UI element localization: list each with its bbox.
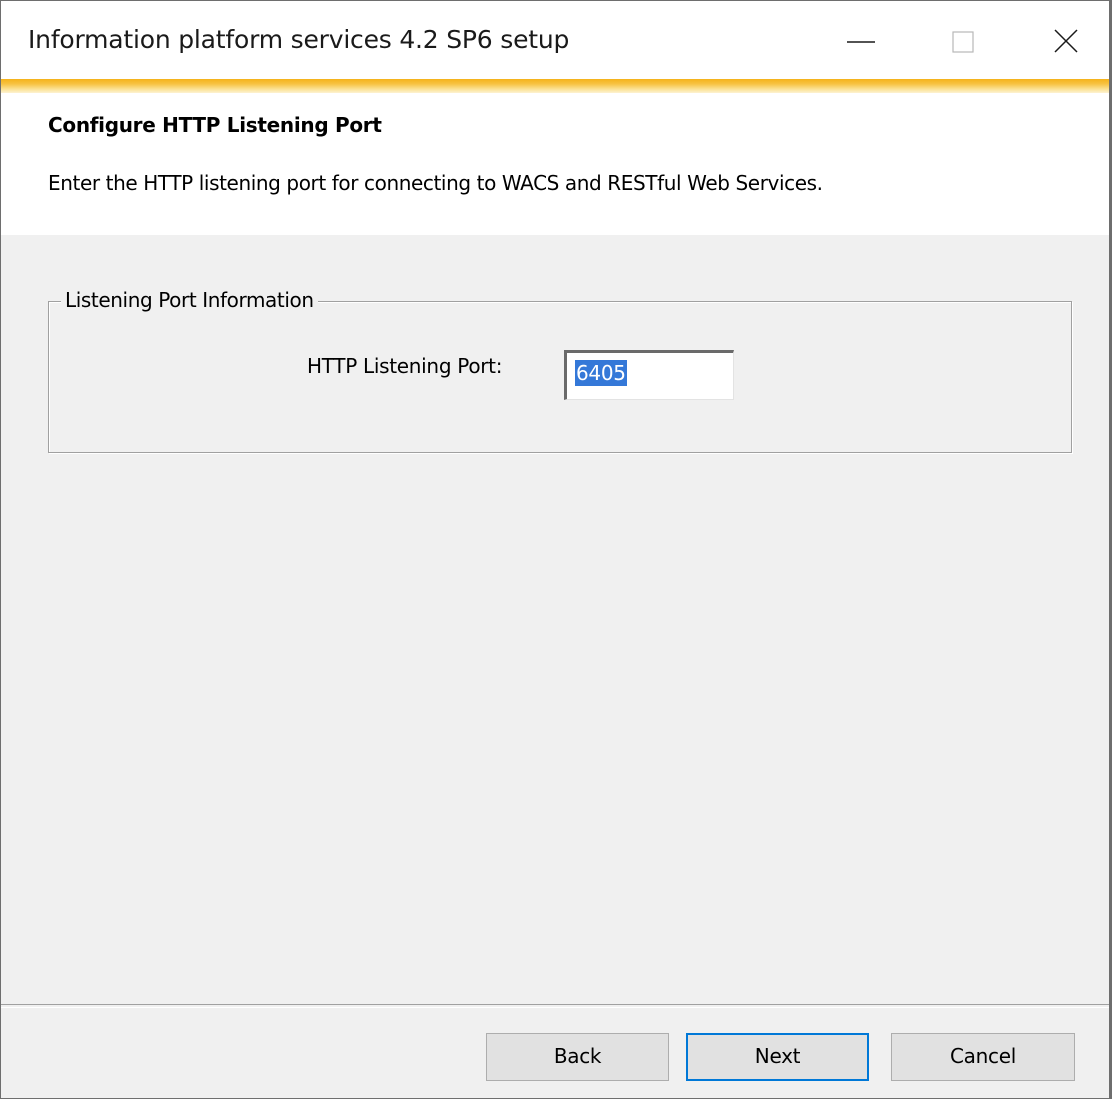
http-port-label: HTTP Listening Port: [307, 354, 503, 378]
listening-port-groupbox: Listening Port Information HTTP Listenin… [48, 288, 1072, 453]
window-title: Information platform services 4.2 SP6 se… [28, 25, 570, 54]
cancel-button[interactable]: Cancel [891, 1033, 1075, 1081]
minimize-button[interactable] [833, 19, 889, 65]
page-title: Configure HTTP Listening Port [48, 113, 382, 137]
maximize-button [936, 19, 992, 65]
http-port-input[interactable]: 6405 [564, 350, 734, 400]
close-icon [1054, 29, 1078, 53]
groupbox-legend: Listening Port Information [61, 288, 318, 312]
accent-bar [1, 79, 1109, 93]
page-description: Enter the HTTP listening port for connec… [48, 171, 823, 195]
maximize-icon [952, 31, 974, 53]
http-port-value: 6405 [575, 360, 627, 386]
next-button[interactable]: Next [686, 1033, 869, 1081]
back-button[interactable]: Back [486, 1033, 669, 1081]
title-bar[interactable]: Information platform services 4.2 SP6 se… [1, 1, 1109, 81]
setup-window: Information platform services 4.2 SP6 se… [0, 0, 1112, 1099]
footer-separator [1, 1004, 1109, 1008]
close-button[interactable] [1041, 19, 1097, 65]
wizard-header: Configure HTTP Listening Port Enter the … [1, 93, 1109, 235]
minimize-icon [847, 41, 875, 43]
